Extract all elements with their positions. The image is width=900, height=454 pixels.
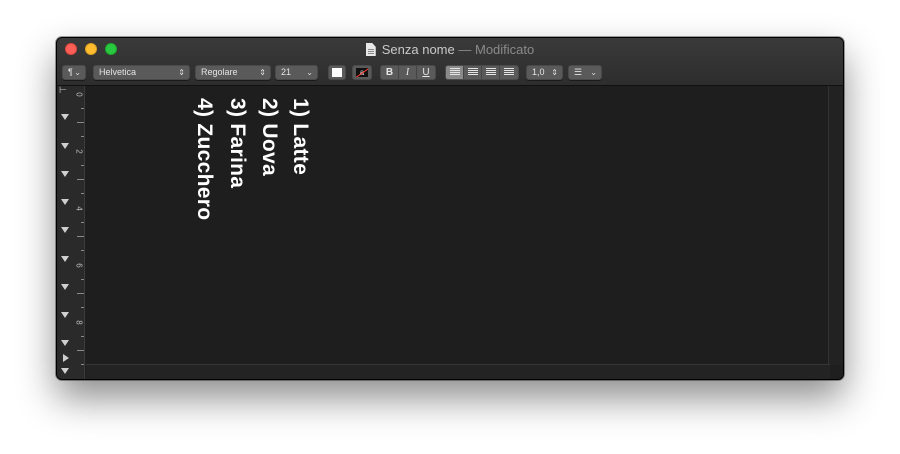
font-family-popup[interactable]: Helvetica ⇕ — [93, 65, 190, 80]
ruler-tick — [81, 250, 84, 251]
ruler-tick — [77, 236, 84, 237]
font-style-value: Regolare — [201, 67, 238, 77]
ruler-tick — [81, 136, 84, 137]
updown-chevron-icon: ⇕ — [178, 68, 185, 77]
ruler-tab-icon: ⊢ — [59, 85, 67, 95]
list-item[interactable]: 4) Zucchero — [191, 98, 217, 220]
bold-button[interactable]: B — [381, 66, 399, 79]
ruler-tick — [77, 122, 84, 123]
tab-stop-marker[interactable] — [61, 368, 69, 374]
tab-stop-marker[interactable] — [61, 199, 69, 205]
tab-stop-marker[interactable] — [61, 340, 69, 346]
tab-stop-marker[interactable] — [61, 256, 69, 262]
chevron-down-icon: ⌄ — [590, 68, 597, 77]
updown-chevron-icon: ⇕ — [259, 68, 266, 77]
align-center-button[interactable] — [464, 66, 482, 79]
line-spacing-value: 1,0 — [532, 67, 545, 77]
tab-stop-marker[interactable] — [61, 312, 69, 318]
tab-stop-marker[interactable] — [61, 171, 69, 177]
document-icon — [365, 43, 376, 56]
paragraph-style-popup[interactable]: ¶ ⌄ — [62, 65, 86, 80]
align-justify-button[interactable] — [500, 66, 518, 79]
alignment-segment — [445, 65, 519, 80]
list-item[interactable]: 3) Farina — [224, 98, 250, 188]
textedit-window: Senza nome — Modificato ¶ ⌄ Helvetica ⇕ … — [56, 37, 844, 380]
list-bullets-icon: ☰ — [574, 67, 583, 77]
ruler-tick — [77, 179, 84, 180]
document-status: Modificato — [475, 42, 535, 57]
ruler-tick — [81, 222, 84, 223]
list-item[interactable]: 1) Latte — [287, 98, 313, 175]
ruler-label: 8 — [74, 320, 84, 325]
align-right-button[interactable] — [482, 66, 500, 79]
italic-button[interactable]: I — [399, 66, 417, 79]
ruler-label: 0 — [74, 92, 84, 97]
list-item[interactable]: 2) Uova — [256, 98, 282, 176]
chevron-down-icon: ⌄ — [74, 68, 81, 77]
text-editor-area[interactable]: 1) Latte 2) Uova 3) Farina 4) Zucchero — [86, 86, 830, 365]
updown-chevron-icon: ⇕ — [551, 68, 558, 77]
ruler-tick — [81, 193, 84, 194]
line-spacing-popup[interactable]: 1,0 ⇕ — [526, 65, 563, 80]
ruler-tick — [77, 293, 84, 294]
document-name[interactable]: Senza nome — [382, 42, 455, 57]
background-color-glyph: a — [356, 68, 368, 77]
vertical-ruler[interactable]: ⊢ 0 2 4 6 8 — [57, 85, 85, 379]
align-right-icon — [485, 68, 496, 76]
align-justify-icon — [504, 68, 514, 76]
horizontal-scrollbar[interactable] — [86, 364, 830, 379]
font-size-value: 21 — [281, 67, 292, 77]
list-style-popup[interactable]: ☰ ⌄ — [568, 65, 602, 80]
ruler-tick — [81, 279, 84, 280]
ruler-tick — [81, 364, 84, 365]
ruler-tick — [81, 108, 84, 109]
align-center-icon — [467, 68, 478, 76]
chevron-down-icon: ⌄ — [306, 68, 313, 77]
ruler-label: 4 — [74, 206, 84, 211]
align-left-button[interactable] — [446, 66, 464, 79]
tab-stop-marker[interactable] — [61, 284, 69, 290]
tab-stop-marker[interactable] — [61, 114, 69, 120]
tab-stop-marker[interactable] — [61, 143, 69, 149]
format-toolbar: ¶ ⌄ Helvetica ⇕ Regolare ⇕ 21 ⌄ a B I U … — [57, 65, 843, 82]
font-family-value: Helvetica — [99, 67, 137, 77]
window-title: Senza nome — Modificato — [57, 41, 843, 58]
ruler-tick — [81, 336, 84, 337]
vertical-scrollbar[interactable] — [828, 86, 843, 365]
background-color-well[interactable]: a — [352, 65, 372, 80]
ruler-tick — [81, 165, 84, 166]
font-style-popup[interactable]: Regolare ⇕ — [195, 65, 271, 80]
text-style-segment: B I U — [380, 65, 436, 80]
text-color-well[interactable] — [328, 65, 346, 80]
align-left-icon — [449, 68, 460, 76]
ruler-label: 6 — [74, 263, 84, 268]
paragraph-icon: ¶ — [68, 67, 73, 77]
ruler-tick — [77, 350, 84, 351]
title-bar[interactable]: Senza nome — Modificato ¶ ⌄ Helvetica ⇕ … — [57, 38, 843, 86]
ruler-label: 2 — [74, 149, 84, 154]
font-size-combo[interactable]: 21 ⌄ — [275, 65, 318, 80]
ruler-tick — [81, 307, 84, 308]
right-margin-marker[interactable] — [63, 354, 69, 362]
title-separator: — — [458, 42, 472, 57]
tab-stop-marker[interactable] — [61, 227, 69, 233]
underline-button[interactable]: U — [417, 66, 435, 79]
